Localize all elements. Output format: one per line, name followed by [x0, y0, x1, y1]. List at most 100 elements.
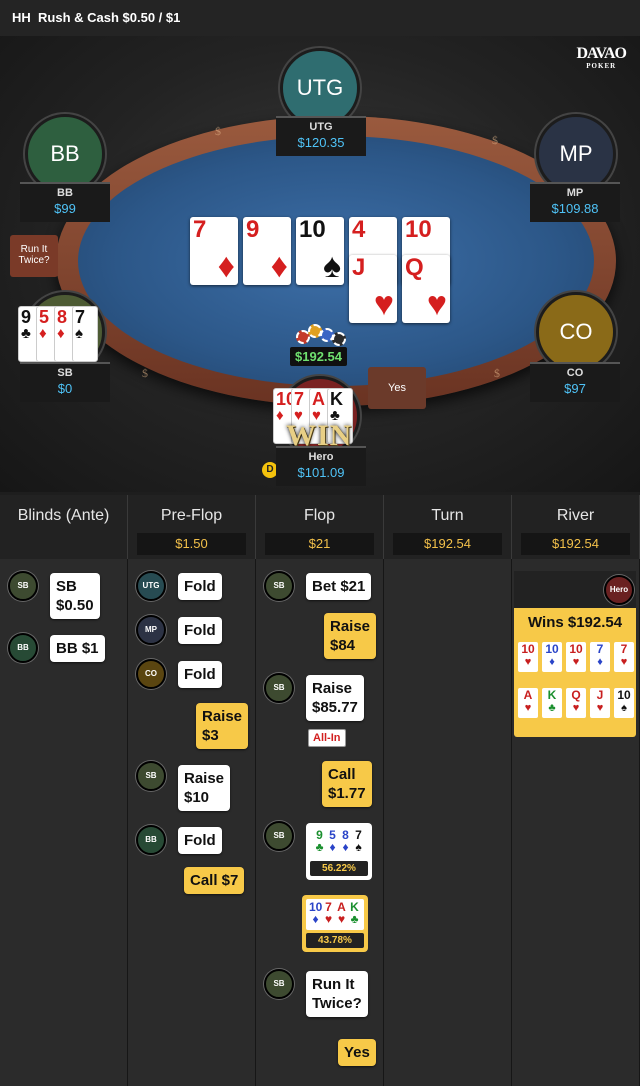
board-card-run2: Q ♥ [402, 255, 450, 323]
game-title: Rush & Cash $0.50 / $1 [38, 10, 181, 25]
run-it-twice-button[interactable]: Run It Twice? [10, 235, 58, 277]
board-card: 10 ♠ [296, 217, 344, 285]
mini-card: J ♥ [590, 688, 610, 718]
yes-button[interactable]: Yes [368, 367, 426, 409]
mini-card: 10 ♦ [542, 642, 562, 672]
mini-card: 10 ♦ [309, 900, 323, 926]
action-bubble: Bet $21 [306, 573, 372, 600]
action-text: SB [56, 578, 77, 595]
mini-card: 7 ♦ [590, 642, 610, 672]
mini-card: Q ♥ [566, 688, 586, 718]
mini-card: 7 ♥ [324, 900, 333, 926]
card-suit-icon: ♦ [329, 840, 336, 854]
action-text: Fold [184, 622, 216, 639]
column-title: Pre-Flop [160, 507, 223, 524]
card-rank: 7 [193, 216, 207, 243]
seat-co-avatar[interactable]: CO [536, 292, 616, 372]
mini-card: K ♣ [350, 900, 359, 926]
seat-utg-plate: UTG $120.35 [276, 116, 366, 156]
seat-co-plate: CO $97 [530, 362, 620, 402]
action-text: Run It [312, 976, 355, 993]
card-suit-icon: ♥ [324, 912, 333, 926]
mini-card: 5 ♦ [329, 828, 336, 854]
action-bubble: Call $1.77 [322, 761, 372, 807]
action-bubble: Raise $84 [324, 613, 377, 659]
action-bubble: Raise $3 [196, 703, 249, 749]
board-card: 7 ♦ [190, 217, 238, 285]
winner-text: Wins $192.54 [528, 614, 623, 631]
pot-amount: $192.54 [290, 347, 347, 366]
card-suit-icon: ♦ [217, 247, 235, 285]
action-bubble: Fold [178, 617, 222, 644]
action-bubble: Yes [338, 1039, 376, 1066]
action-text: $85.77 [312, 699, 358, 716]
action-text: Yes [344, 1044, 370, 1061]
rail-dollar-icon: $ [215, 124, 221, 138]
column-pot: $192.54 [520, 533, 631, 555]
position-badge: SB [264, 969, 294, 999]
card-suit-icon: ♠ [75, 325, 83, 342]
mini-card: 10 ♠ [614, 688, 634, 718]
card-suit-icon: ♦ [39, 325, 47, 342]
history-column-header: Blinds (Ante) [0, 495, 128, 559]
action-text: Raise [330, 618, 371, 635]
card-rank: 4 [352, 216, 366, 243]
history-column [384, 559, 512, 1086]
board-card-run2: J ♥ [349, 255, 397, 323]
position-badge: UTG [136, 571, 166, 601]
column-pot: $1.50 [136, 533, 247, 555]
card-suit-icon: ♠ [621, 702, 627, 714]
position-badge: BB [136, 825, 166, 855]
card-suit-icon: ♥ [572, 656, 580, 668]
rail-dollar-icon: $ [492, 133, 498, 147]
action-bubble: Fold [178, 661, 222, 688]
action-text: Raise [184, 770, 225, 787]
history-column-header: Turn $192.54 [384, 495, 512, 559]
card-suit-icon: ♦ [549, 656, 555, 668]
card-rank: Q [405, 254, 424, 281]
action-text: Twice? [312, 995, 362, 1012]
poker-table-area: DAVAO POKER $ $ $ $ UTG UTG $120.35 BB BB… [0, 36, 640, 492]
all-in-tag: All-In [308, 729, 346, 747]
seat-mp-plate: MP $109.88 [530, 182, 620, 222]
action-bubble: Fold [178, 573, 222, 600]
action-bubble: Raise $85.77 [306, 675, 364, 721]
card-suit-icon: ♥ [596, 702, 604, 714]
mini-card: 7 ♠ [355, 828, 362, 854]
card-suit-icon: ♠ [355, 840, 362, 854]
action-text: $3 [202, 727, 219, 744]
mini-card: K ♣ [542, 688, 562, 718]
position-badge: SB [264, 821, 294, 851]
mini-card: A ♥ [518, 688, 538, 718]
card-rank: 10 [405, 216, 432, 243]
action-text: $10 [184, 789, 210, 806]
column-title: Turn [431, 507, 464, 524]
card-rank: 10 [299, 216, 326, 243]
position-badge: SB [136, 761, 166, 791]
pot-chips-icon [294, 320, 348, 348]
mini-card: 10 ♥ [566, 642, 586, 672]
mini-card: 7 ♥ [614, 642, 634, 672]
card-suit-icon: ♦ [597, 656, 603, 668]
position-badge: Hero [604, 575, 634, 605]
action-text: Fold [184, 666, 216, 683]
card-suit-icon: ♥ [337, 912, 346, 926]
board-card: 9 ♦ [243, 217, 291, 285]
action-bubble: Fold [178, 827, 222, 854]
card-suit-icon: ♥ [373, 285, 394, 323]
equity-percent: 43.78% [306, 933, 364, 948]
card-suit-icon: ♦ [276, 407, 284, 424]
history-column-header: Pre-Flop $1.50 [128, 495, 256, 559]
action-bubble: BB $1 [50, 635, 105, 662]
action-text: Call [328, 766, 356, 783]
card-suit-icon: ♣ [315, 840, 324, 854]
position-badge: MP [136, 615, 166, 645]
equity-box: 9 ♣5 ♦8 ♦7 ♠ 56.22% [306, 823, 372, 880]
equity-box: 10 ♦7 ♥A ♥K ♣ 43.78% [302, 895, 368, 952]
seat-bb-plate: BB $99 [20, 182, 110, 222]
card-suit-icon: ♣ [21, 325, 31, 342]
card-suit-icon: ♠ [322, 247, 341, 285]
card-suit-icon: ♦ [57, 325, 65, 342]
position-badge: SB [8, 571, 38, 601]
mini-card: A ♥ [337, 900, 346, 926]
